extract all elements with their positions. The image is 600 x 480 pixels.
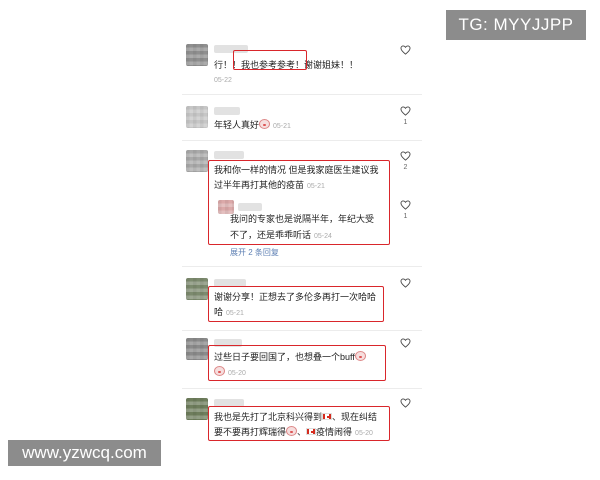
comment-text-content: 年轻人真好	[214, 120, 260, 130]
like-heart-icon[interactable]	[400, 45, 411, 55]
username-blurred[interactable]	[214, 151, 244, 159]
like-count: 1	[403, 119, 408, 126]
highlight-box	[208, 286, 384, 322]
like-heart-icon[interactable]	[400, 338, 411, 348]
smile-emoji-icon	[259, 119, 271, 129]
telegram-watermark: TG: MYYJJPP	[446, 10, 586, 40]
comment-feed: 行！！我也参考参考！谢谢姐妹！！ 05-22 年轻人真好 05-21 1 我和你一…	[178, 0, 422, 480]
highlight-box	[233, 50, 307, 70]
comment-date: 05-21	[273, 123, 291, 130]
highlight-box	[208, 160, 390, 245]
avatar[interactable]	[186, 338, 208, 360]
like-heart-icon[interactable]	[400, 151, 411, 161]
like-heart-icon[interactable]	[400, 278, 411, 288]
username-blurred[interactable]	[214, 107, 240, 115]
comment-text: 年轻人真好 05-21	[214, 118, 291, 134]
like-count: 2	[403, 164, 408, 171]
divider	[182, 140, 422, 141]
divider	[182, 330, 422, 331]
avatar[interactable]	[186, 44, 208, 66]
divider	[182, 94, 422, 95]
avatar[interactable]	[186, 398, 208, 420]
like-heart-icon[interactable]	[400, 200, 411, 210]
comment-date: 05-22	[214, 77, 232, 84]
avatar[interactable]	[186, 150, 208, 172]
like-heart-icon[interactable]	[400, 106, 411, 116]
website-watermark: www.yzwcq.com	[8, 440, 161, 466]
expand-replies-link[interactable]: 展开 2 条回复	[230, 247, 279, 258]
highlight-box	[208, 345, 386, 381]
avatar[interactable]	[186, 278, 208, 300]
avatar[interactable]	[186, 106, 208, 128]
like-count: 1	[403, 213, 408, 220]
like-heart-icon[interactable]	[400, 398, 411, 408]
divider	[182, 388, 422, 389]
highlight-box	[208, 406, 390, 441]
divider	[182, 266, 422, 267]
